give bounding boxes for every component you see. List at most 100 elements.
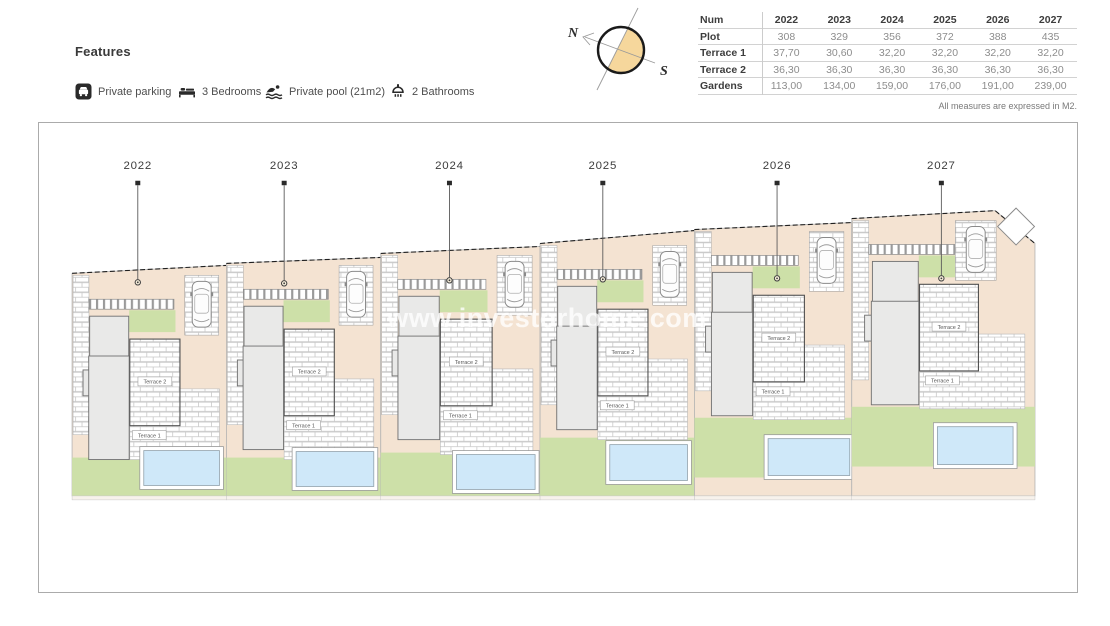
table-cell: 32,20 bbox=[1024, 47, 1077, 59]
plot-bottom-strip bbox=[694, 496, 851, 500]
pergola-slats bbox=[557, 269, 642, 279]
plot-number-label: 2023 bbox=[270, 160, 299, 172]
house bbox=[244, 306, 283, 347]
table-cell: 36,30 bbox=[866, 64, 919, 76]
table-header-label: Num bbox=[698, 14, 760, 26]
table-cell: 36,30 bbox=[1024, 64, 1077, 76]
plot-number-label: 2025 bbox=[588, 160, 617, 172]
terrace-1-label: Terrace 1 bbox=[606, 404, 629, 410]
table-cell: 134,00 bbox=[813, 80, 866, 92]
pool-icon bbox=[265, 83, 283, 100]
plot-2025: Terrace 2 Terrace 1 2025 bbox=[540, 160, 694, 500]
table-cell: 388 bbox=[971, 31, 1024, 43]
table-row: Gardens 113,00 134,00 159,00 176,00 191,… bbox=[698, 78, 1077, 95]
table-row-label: Terrace 2 bbox=[698, 64, 760, 76]
north-arrow bbox=[583, 33, 594, 45]
leader-tick bbox=[447, 181, 452, 185]
car-icon bbox=[964, 227, 987, 273]
table-cell: 32,20 bbox=[918, 47, 971, 59]
leader-tick bbox=[775, 181, 780, 185]
pool bbox=[768, 439, 850, 476]
house bbox=[90, 316, 129, 357]
leader-tick bbox=[135, 181, 140, 185]
table-row-label: Gardens bbox=[698, 80, 760, 92]
house bbox=[89, 356, 129, 460]
car-icon bbox=[503, 261, 526, 307]
feature-private-pool: Private pool (21m2) bbox=[265, 83, 385, 100]
plot-2027: Terrace 2Terrace 12027 bbox=[852, 160, 1035, 500]
plot-2023: Terrace 2Terrace 12023 bbox=[226, 160, 380, 500]
house bbox=[558, 286, 597, 327]
pool bbox=[610, 445, 688, 481]
car-icon bbox=[815, 238, 838, 284]
house bbox=[711, 312, 752, 416]
plot-number-label: 2024 bbox=[435, 160, 464, 172]
car-icon bbox=[345, 271, 368, 317]
plot-bottom-strip bbox=[72, 496, 226, 500]
table-cell: 191,00 bbox=[971, 80, 1024, 92]
pergola-slats bbox=[243, 289, 328, 299]
table-cell: 36,30 bbox=[813, 64, 866, 76]
terrace-2-label: Terrace 2 bbox=[611, 350, 634, 356]
compass-rose: N S bbox=[556, 6, 686, 115]
house bbox=[712, 272, 752, 313]
side-path bbox=[73, 275, 89, 434]
pool bbox=[144, 451, 220, 486]
plot-bottom-strip bbox=[381, 496, 540, 500]
table-cell: 356 bbox=[866, 31, 919, 43]
lawn-patch bbox=[129, 310, 175, 332]
compass-south-label: S bbox=[660, 64, 668, 79]
terrace-1-label: Terrace 1 bbox=[138, 433, 161, 439]
lawn-patch bbox=[597, 280, 643, 302]
table-cell: 2024 bbox=[866, 14, 919, 26]
plot-number-label: 2027 bbox=[927, 160, 956, 172]
plot-number-label: 2026 bbox=[763, 160, 792, 172]
leader-tick bbox=[600, 181, 605, 185]
pool bbox=[296, 452, 374, 487]
terrace-2-label: Terrace 2 bbox=[143, 380, 166, 386]
plot-2026: Terrace 2Terrace 12026 bbox=[694, 160, 853, 500]
plot-2022: Terrace 2Terrace 12022 bbox=[72, 160, 226, 500]
pool bbox=[456, 455, 535, 490]
table-cell: 159,00 bbox=[866, 80, 919, 92]
feature-label: Private parking bbox=[98, 86, 171, 98]
side-path bbox=[695, 232, 711, 391]
feature-bedrooms: 3 Bedrooms bbox=[178, 83, 261, 100]
house bbox=[872, 261, 918, 302]
side-path bbox=[541, 245, 557, 404]
terrace-1-label: Terrace 1 bbox=[292, 424, 315, 430]
table-cell: 2025 bbox=[918, 14, 971, 26]
pergola-slats bbox=[711, 255, 798, 265]
feature-bathrooms: 2 Bathrooms bbox=[390, 83, 474, 100]
house bbox=[243, 346, 283, 450]
side-path bbox=[227, 265, 243, 424]
house bbox=[871, 301, 918, 405]
pergola-slats bbox=[398, 279, 486, 289]
table-cell: 2026 bbox=[971, 14, 1024, 26]
feature-label: 3 Bedrooms bbox=[202, 86, 261, 98]
table-divider bbox=[762, 12, 763, 95]
terrace-2-label: Terrace 2 bbox=[767, 336, 790, 342]
features-title: Features bbox=[75, 44, 545, 59]
side-path bbox=[382, 255, 398, 414]
table-cell: 372 bbox=[918, 31, 971, 43]
table-cell: 239,00 bbox=[1024, 80, 1077, 92]
bed-icon bbox=[178, 83, 196, 100]
table-cell: 308 bbox=[760, 31, 813, 43]
table-cell: 435 bbox=[1024, 31, 1077, 43]
table-cell: 37,70 bbox=[760, 47, 813, 59]
table-cell: 176,00 bbox=[918, 80, 971, 92]
house bbox=[557, 326, 597, 430]
table-cell: 30,60 bbox=[813, 47, 866, 59]
table-row: Plot 308 329 356 372 388 435 bbox=[698, 29, 1077, 46]
plot-2024: Terrace 2Terrace 12024 bbox=[381, 160, 540, 500]
table-cell: 32,20 bbox=[971, 47, 1024, 59]
table-cell: 2023 bbox=[813, 14, 866, 26]
car-icon bbox=[658, 251, 681, 297]
plot-bottom-strip bbox=[540, 496, 694, 500]
terrace-1-label: Terrace 1 bbox=[931, 379, 954, 385]
pool bbox=[937, 427, 1013, 465]
car-icon bbox=[190, 281, 213, 327]
table-row-label: Plot bbox=[698, 31, 760, 43]
house bbox=[399, 296, 439, 337]
